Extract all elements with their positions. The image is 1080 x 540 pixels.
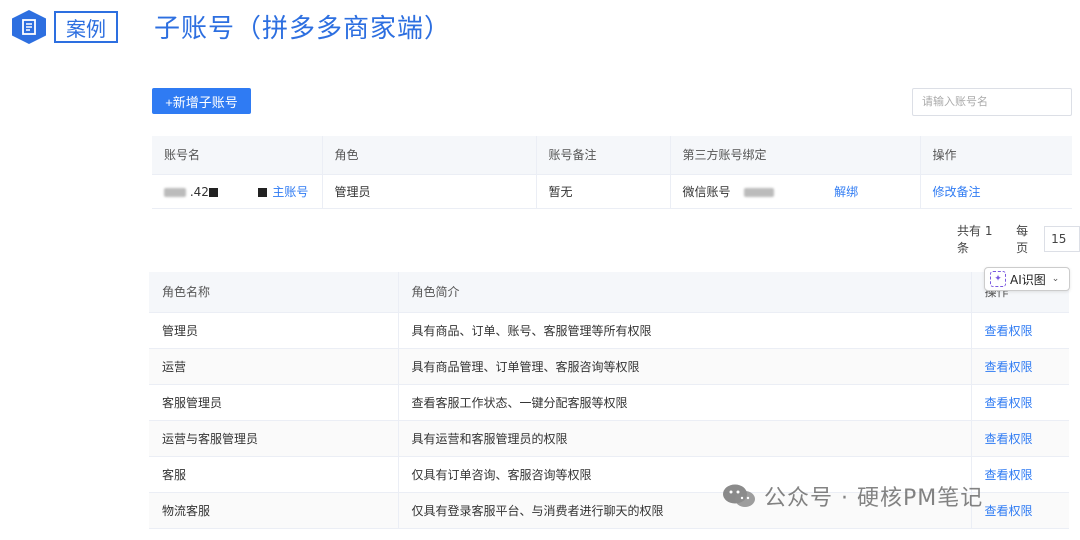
binding-label: 微信账号	[682, 184, 731, 199]
wechat-icon	[723, 484, 755, 507]
role-cell: 管理员	[322, 174, 537, 209]
page-title: 子账号（拼多多商家端）	[154, 14, 452, 44]
chevron-down-icon[interactable]: ⌄	[1052, 274, 1060, 284]
view-permission-link[interactable]: 查看权限	[971, 312, 1069, 349]
role-desc: 具有商品、订单、账号、客服管理等所有权限	[398, 312, 972, 349]
column-header: 账号名	[152, 136, 323, 175]
view-permission-link[interactable]: 查看权限	[971, 384, 1069, 421]
remark-cell: 暂无	[536, 174, 671, 209]
redacted-text	[164, 187, 186, 197]
edit-remark-link[interactable]: 修改备注	[933, 185, 981, 199]
column-header: 第三方账号绑定	[670, 136, 921, 175]
binding-cell: 微信账号 解绑	[670, 174, 921, 209]
role-name: 运营	[149, 348, 399, 385]
scan-icon: ✦	[990, 271, 1006, 287]
view-permission-link[interactable]: 查看权限	[971, 492, 1069, 529]
role-name: 客服	[149, 456, 399, 493]
ai-chip-label: AI识图	[1010, 272, 1046, 287]
role-name: 物流客服	[149, 492, 399, 529]
role-name: 客服管理员	[149, 384, 399, 421]
table-row: 管理员 具有商品、订单、账号、客服管理等所有权限 查看权限	[149, 312, 1069, 349]
role-name: 运营与客服管理员	[149, 420, 399, 457]
main-account-tag[interactable]: 主账号	[272, 185, 308, 199]
role-desc: 查看客服工作状态、一键分配客服等权限	[398, 384, 972, 421]
per-page-select[interactable]: 15	[1044, 226, 1080, 252]
action-cell: 修改备注	[920, 174, 1072, 209]
table-row: 客服管理员 查看客服工作状态、一键分配客服等权限 查看权限	[149, 384, 1069, 421]
ai-image-recognition-button[interactable]: ✦ AI识图 ⌄	[984, 267, 1070, 291]
add-subaccount-button[interactable]: +新增子账号	[152, 88, 251, 114]
view-permission-link[interactable]: 查看权限	[971, 456, 1069, 493]
account-search-input[interactable]	[912, 88, 1072, 116]
view-permission-link[interactable]: 查看权限	[971, 420, 1069, 457]
redacted-text	[208, 187, 218, 197]
account-table: 账号名 角色 账号备注 第三方账号绑定 操作 .42 主账号 管理员 暂无 微信…	[152, 136, 1072, 209]
watermark-text: 公众号 · 硬核PM笔记	[764, 486, 984, 511]
document-icon	[12, 10, 46, 44]
account-name-cell: .42 主账号	[152, 174, 323, 209]
view-permission-link[interactable]: 查看权限	[971, 348, 1069, 385]
table-header-row: 角色名称 角色简介 操作	[149, 272, 1069, 313]
role-desc: 具有商品管理、订单管理、客服咨询等权限	[398, 348, 972, 385]
role-desc: 具有运营和客服管理员的权限	[398, 420, 972, 457]
column-header: 账号备注	[536, 136, 671, 175]
column-header: 角色	[322, 136, 537, 175]
per-page-label: 每页	[1016, 224, 1029, 255]
role-name: 管理员	[149, 312, 399, 349]
table-row: .42 主账号 管理员 暂无 微信账号 解绑 修改备注	[152, 174, 1072, 209]
redacted-text	[257, 187, 267, 197]
watermark: 公众号 · 硬核PM笔记	[722, 480, 983, 512]
column-header: 操作	[920, 136, 1072, 175]
table-header-row: 账号名 角色 账号备注 第三方账号绑定 操作	[152, 136, 1072, 175]
column-header: 角色名称	[149, 272, 399, 313]
column-header: 角色简介	[398, 272, 972, 313]
pagination: 共有 1 条 每页 15	[957, 222, 1080, 256]
case-badge: 案例	[12, 10, 118, 44]
unbind-link[interactable]: 解绑	[834, 185, 858, 199]
redacted-text	[744, 187, 775, 197]
table-row: 运营 具有商品管理、订单管理、客服咨询等权限 查看权限	[149, 348, 1069, 385]
table-row: 运营与客服管理员 具有运营和客服管理员的权限 查看权限	[149, 420, 1069, 457]
account-name: .42	[189, 184, 209, 199]
total-count: 共有 1 条	[957, 224, 993, 255]
case-label: 案例	[54, 11, 118, 43]
